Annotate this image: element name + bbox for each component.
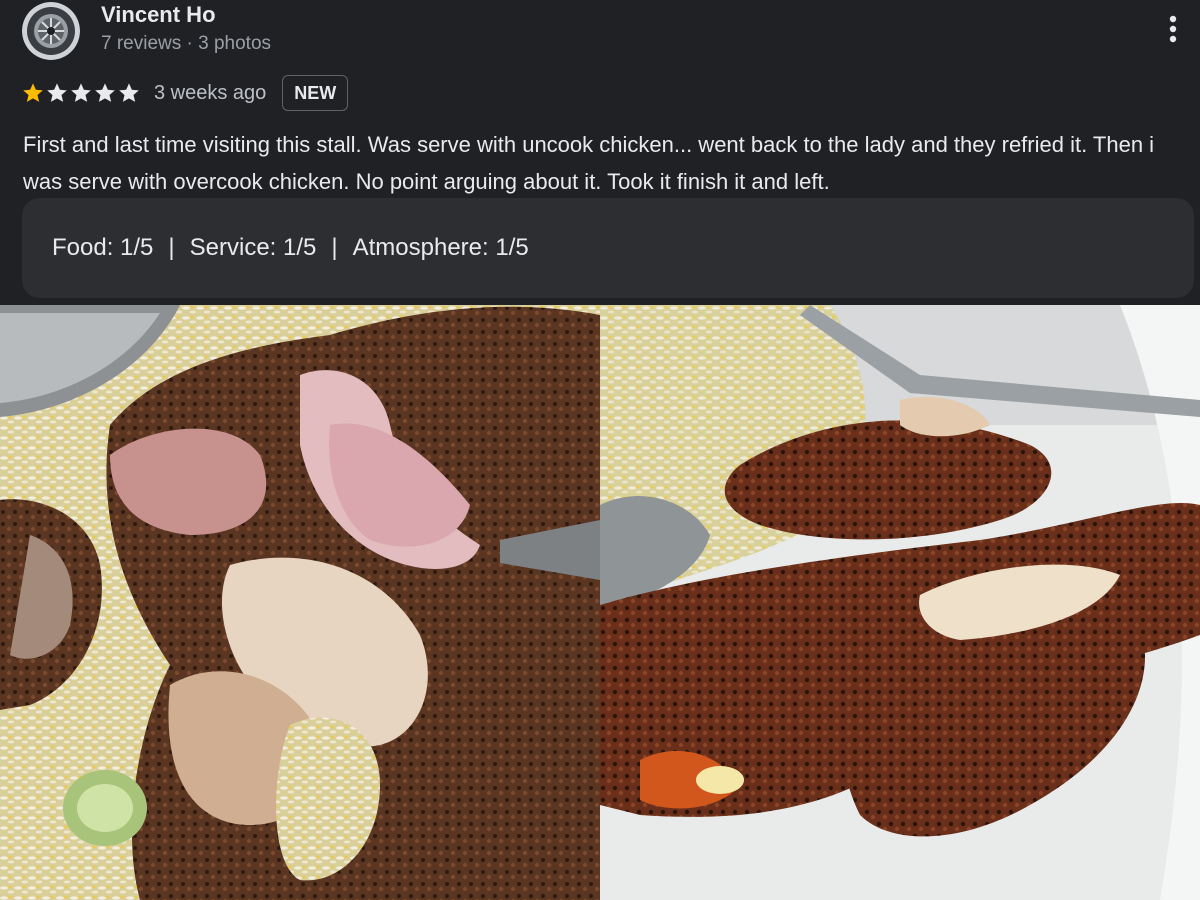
rating-separator: | [331,234,338,261]
star-empty-icon [119,83,139,102]
review-text: First and last time visiting this stall.… [23,132,1155,194]
overcooked-chicken-photo [600,305,1200,900]
more-options-button[interactable] [1156,10,1190,50]
star-empty-icon [47,83,67,102]
star-rating [22,82,140,104]
sub-ratings-box: Food: 1/5 | Service: 1/5 | Atmosphere: 1… [22,198,1194,298]
more-vert-icon [1169,15,1177,43]
rating-row: 3 weeks ago NEW [22,74,349,112]
star-empty-icon [71,83,91,102]
user-avatar[interactable] [22,2,80,60]
wheel-avatar-icon [22,2,80,60]
review-card: Vincent Ho 7 reviews · 3 photos 3 weeks … [0,0,1200,305]
star-filled-icon [23,83,43,102]
review-photo-right[interactable] [600,305,1200,900]
service-rating: Service: 1/5 [189,234,317,261]
star-empty-icon [95,83,115,102]
undercooked-chicken-photo [0,305,600,900]
rating-separator: | [168,234,175,261]
review-photo-left[interactable] [0,305,600,900]
review-time: 3 weeks ago [154,81,267,104]
atmosphere-rating: Atmosphere: 1/5 [352,234,529,261]
new-badge: NEW [282,75,349,111]
reviewer-name[interactable]: Vincent Ho [101,2,216,28]
reviewer-meta: 7 reviews · 3 photos [101,33,272,54]
food-rating: Food: 1/5 [52,234,154,261]
